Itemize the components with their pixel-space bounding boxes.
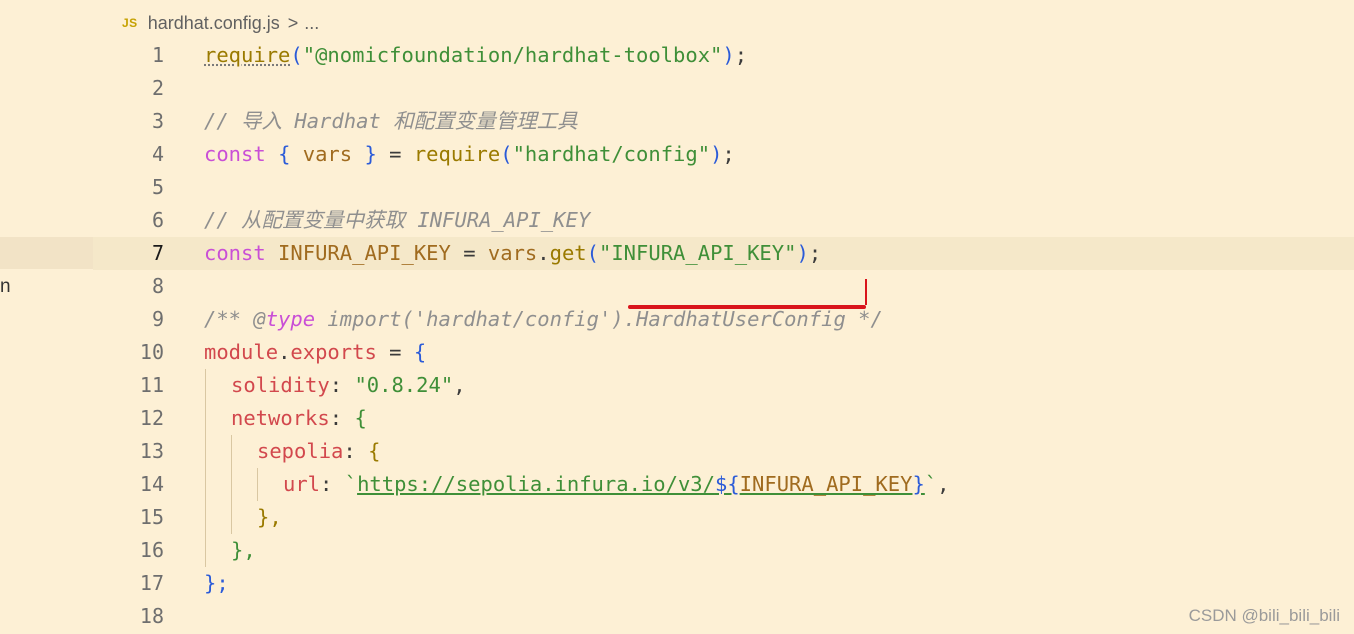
explorer-panel-edge: n (0, 0, 93, 634)
code-line[interactable]: 5 (93, 171, 1354, 204)
line-number: 17 (139, 571, 164, 595)
explorer-item-fragment[interactable]: n (0, 276, 11, 298)
breadcrumb-ellipsis[interactable]: ... (304, 13, 319, 34)
line-number: 8 (151, 274, 164, 298)
line-number: 18 (139, 604, 164, 628)
code-text: networks: { (231, 406, 367, 430)
code-line[interactable]: 2 (93, 72, 1354, 105)
breadcrumb-file-name[interactable]: hardhat.config.js (148, 13, 280, 34)
text-cursor (865, 279, 867, 305)
line-number: 14 (139, 472, 164, 496)
editor-window: n JS hardhat.config.js > ... 1 require("… (0, 0, 1354, 634)
code-line[interactable]: 17 }; (93, 567, 1354, 600)
code-text: module.exports = { (204, 340, 427, 364)
code-text: require("@nomicfoundation/hardhat-toolbo… (204, 43, 748, 67)
code-editor[interactable]: 1 require("@nomicfoundation/hardhat-tool… (93, 39, 1354, 634)
code-line[interactable]: 18 (93, 600, 1354, 633)
line-number: 4 (151, 142, 164, 166)
code-text: const INFURA_API_KEY = vars.get("INFURA_… (204, 241, 822, 265)
code-text: }, (231, 538, 256, 562)
code-text: const { vars } = require("hardhat/config… (204, 142, 735, 166)
code-line[interactable]: 14 url: `https://sepolia.infura.io/v3/${… (93, 468, 1354, 501)
line-number: 2 (151, 76, 164, 100)
code-line[interactable]: 1 require("@nomicfoundation/hardhat-tool… (93, 39, 1354, 72)
code-line[interactable]: 11 solidity: "0.8.24", (93, 369, 1354, 402)
line-number: 1 (151, 43, 164, 67)
breadcrumb: JS hardhat.config.js > ... (122, 10, 319, 36)
code-text: sepolia: { (257, 439, 381, 463)
line-number: 16 (139, 538, 164, 562)
code-text: url: `https://sepolia.infura.io/v3/${INF… (283, 472, 950, 496)
code-text: // 导入 Hardhat 和配置变量管理工具 (204, 109, 578, 133)
line-number: 13 (139, 439, 164, 463)
code-text: solidity: "0.8.24", (231, 373, 466, 397)
js-file-icon: JS (122, 16, 138, 30)
code-line[interactable]: 4 const { vars } = require("hardhat/conf… (93, 138, 1354, 171)
explorer-selected-item[interactable] (0, 237, 93, 269)
url-link: https://sepolia.infura.io/v3/ (357, 472, 715, 496)
code-line[interactable]: 13 sepolia: { (93, 435, 1354, 468)
code-line[interactable]: 12 networks: { (93, 402, 1354, 435)
code-line[interactable]: 3 // 导入 Hardhat 和配置变量管理工具 (93, 105, 1354, 138)
line-number: 15 (139, 505, 164, 529)
line-number: 3 (151, 109, 164, 133)
code-text: }; (204, 571, 229, 595)
code-line[interactable]: 6 // 从配置变量中获取 INFURA_API_KEY (93, 204, 1354, 237)
code-line[interactable]: 10 module.exports = { (93, 336, 1354, 369)
chevron-right-icon: > (287, 12, 299, 33)
line-number: 10 (139, 340, 164, 364)
line-number: 5 (151, 175, 164, 199)
code-text: }, (257, 505, 282, 529)
line-number: 7 (151, 241, 164, 265)
code-line[interactable]: 15 }, (93, 501, 1354, 534)
code-line[interactable]: 16 }, (93, 534, 1354, 567)
line-number: 9 (151, 307, 164, 331)
code-line[interactable]: 8 (93, 270, 1354, 303)
line-number: 6 (151, 208, 164, 232)
code-line-current[interactable]: 7 const INFURA_API_KEY = vars.get("INFUR… (93, 237, 1354, 270)
watermark: CSDN @bili_bili_bili (1188, 606, 1340, 625)
code-text: // 从配置变量中获取 INFURA_API_KEY (204, 208, 591, 232)
line-number: 11 (139, 373, 164, 397)
highlight-underline-annotation (628, 305, 866, 309)
line-number: 12 (139, 406, 164, 430)
